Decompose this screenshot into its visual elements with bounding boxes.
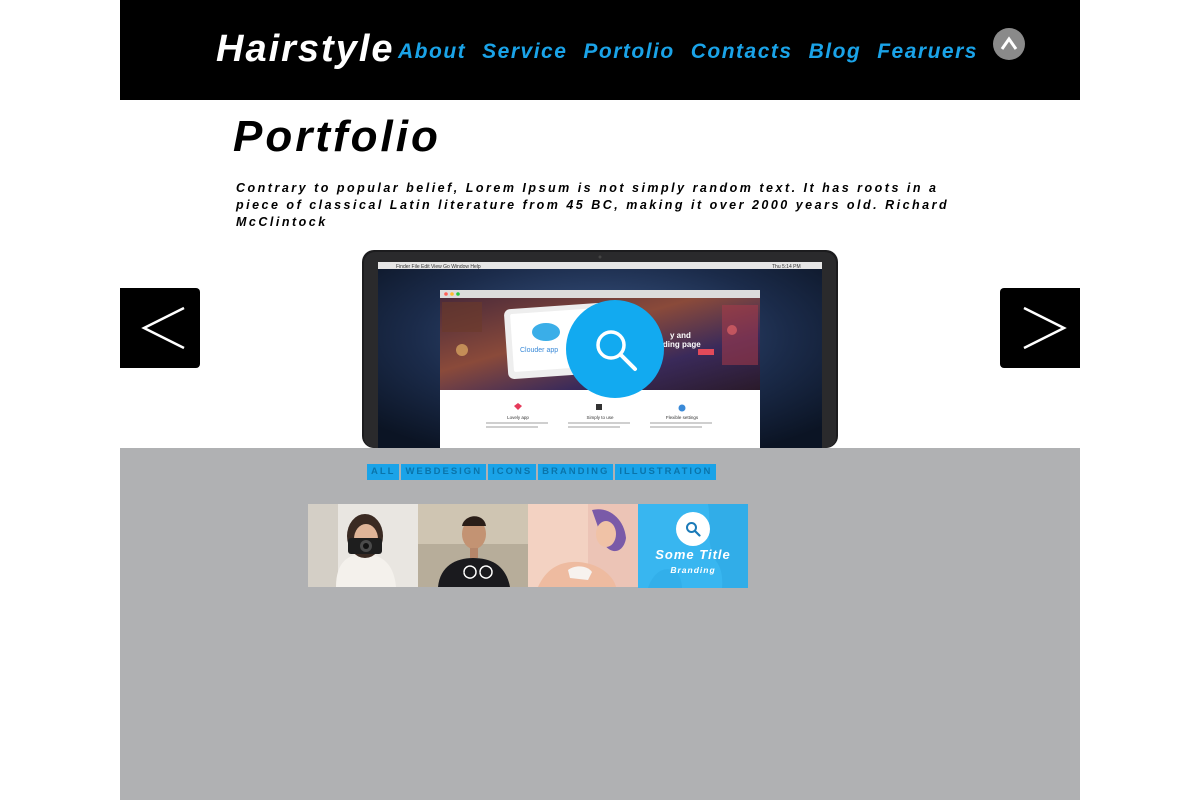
scroll-top-button[interactable] — [993, 28, 1025, 60]
tablet-card-label: Clouder app — [520, 347, 558, 354]
arrow-left-icon — [141, 306, 185, 350]
filter-webdesign[interactable]: WEBDESIGN — [401, 464, 487, 480]
filter-icons[interactable]: ICONS — [488, 464, 537, 480]
photo-woman-reclining-image — [528, 504, 638, 587]
overlay-search-button[interactable] — [676, 512, 710, 546]
svg-text:Thu 5:14 PM: Thu 5:14 PM — [772, 264, 801, 270]
filter-all[interactable]: ALL — [367, 464, 400, 480]
svg-text:Lovely app: Lovely app — [507, 415, 529, 420]
overlay-category: Branding — [670, 565, 716, 575]
portfolio-filters: ALL WEBDESIGN ICONS BRANDING ILLUSTRATIO… — [367, 464, 717, 480]
nav-features[interactable]: Fearuers — [877, 40, 978, 64]
nav-blog[interactable]: Blog — [809, 40, 862, 64]
portfolio-gallery: ALL WEBDESIGN ICONS BRANDING ILLUSTRATIO… — [120, 448, 1080, 800]
portfolio-thumbnails: Some Title Branding — [308, 504, 748, 588]
filter-illustration[interactable]: ILLUSTRATION — [615, 464, 717, 480]
overlay-title: Some Title — [655, 547, 731, 562]
search-icon — [686, 522, 701, 537]
header: Hairstyle About Service Portolio Contact… — [120, 0, 1080, 100]
prev-slide-button[interactable] — [120, 288, 200, 368]
chevron-up-icon — [1000, 36, 1018, 50]
page-intro: Contrary to popular belief, Lorem Ipsum … — [236, 181, 950, 229]
svg-text:nding page: nding page — [658, 340, 701, 349]
filter-branding[interactable]: BRANDING — [538, 464, 614, 480]
main-nav: About Service Portolio Contacts Blog Fea… — [398, 40, 978, 64]
portfolio-thumb-2[interactable] — [418, 504, 528, 587]
nav-service[interactable]: Service — [482, 40, 567, 64]
nav-about[interactable]: About — [398, 40, 466, 64]
portfolio-thumb-1[interactable] — [308, 504, 418, 587]
next-slide-button[interactable] — [1000, 288, 1080, 368]
svg-text:Simply to use: Simply to use — [586, 415, 614, 420]
page-title: Portfolio — [233, 112, 441, 161]
svg-text:Finder File Edit View Go: Finder File Edit View Go Window Help — [396, 264, 481, 270]
nav-portfolio[interactable]: Portolio — [583, 40, 674, 64]
photo-man-portrait-image — [418, 504, 528, 587]
laptop-zoom-button[interactable] — [566, 300, 664, 398]
search-icon — [596, 330, 637, 371]
svg-text:Flexible settings: Flexible settings — [666, 415, 699, 420]
arrow-right-icon — [1023, 306, 1067, 350]
portfolio-thumb-4-overlay[interactable]: Some Title Branding — [638, 504, 748, 588]
photo-woman-camera-image — [308, 504, 418, 587]
svg-text:y and: y and — [670, 331, 691, 340]
portfolio-thumb-3[interactable] — [528, 504, 638, 587]
nav-contacts[interactable]: Contacts — [691, 40, 793, 64]
logo[interactable]: Hairstyle — [216, 28, 395, 71]
page-frame: Hairstyle About Service Portolio Contact… — [120, 0, 1080, 800]
